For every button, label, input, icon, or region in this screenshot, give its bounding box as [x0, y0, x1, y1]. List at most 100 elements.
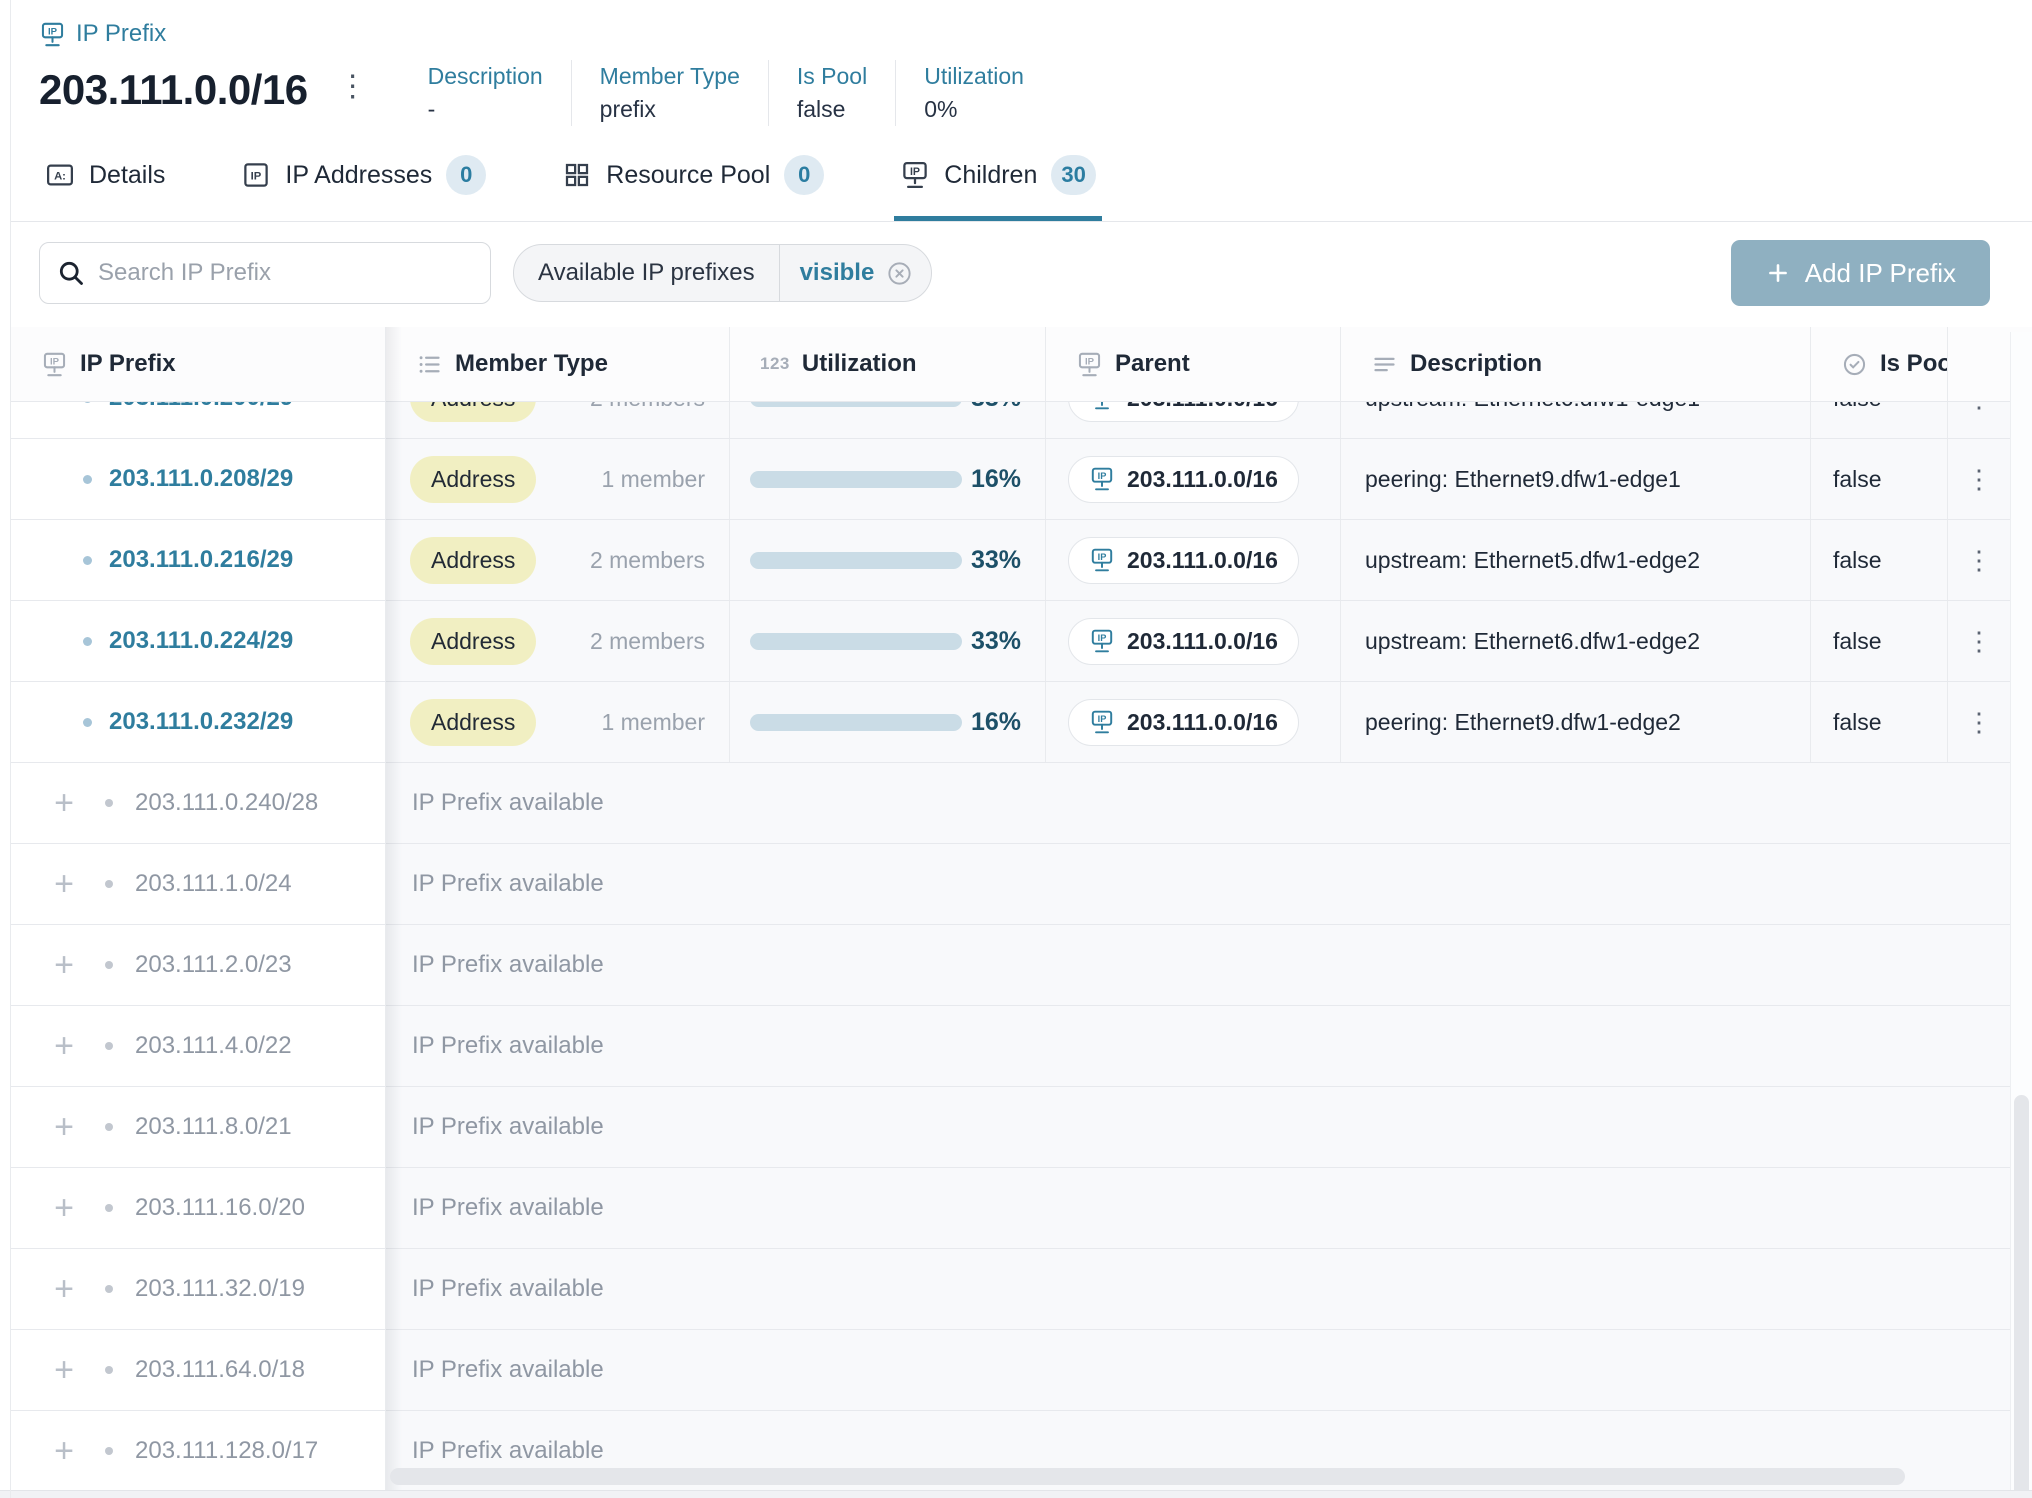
status-dot	[105, 1447, 113, 1455]
utilization-bar	[750, 714, 962, 731]
tab-badge: 0	[446, 155, 486, 195]
page-left-border	[10, 0, 11, 1498]
row-kebab-menu-icon[interactable]: ⋮	[1966, 547, 1992, 573]
prefix-link[interactable]: 203.111.0.232/29	[109, 708, 293, 736]
member-count: 1 member	[601, 709, 705, 736]
status-dot	[105, 1285, 113, 1293]
123-icon: 123	[760, 354, 790, 374]
add-ip-prefix-button[interactable]: Add IP Prefix	[1731, 240, 1990, 306]
member-count: 2 members	[590, 402, 705, 412]
description-cell: upstream: Ethernet6.dfw1-edge1	[1341, 402, 1811, 438]
is-pool-cell: false	[1811, 520, 1948, 600]
status-dot	[105, 799, 113, 807]
table-row[interactable]: 203.111.0.200/29 Address2 members 33% 20…	[11, 402, 2032, 439]
grid-icon	[562, 160, 592, 190]
meta-member-type: Member Type prefix	[571, 60, 768, 126]
meta-description: Description -	[416, 60, 571, 126]
add-prefix-plus-icon[interactable]: +	[49, 1355, 79, 1385]
table-row[interactable]: 203.111.0.232/29 Address 1 member 16% 203…	[11, 682, 2032, 763]
ip-prefix-icon	[1089, 547, 1115, 573]
parent-link[interactable]: 203.111.0.0/16	[1068, 456, 1299, 503]
row-kebab-menu-icon[interactable]: ⋮	[1966, 628, 1992, 654]
is-pool-cell: false	[1811, 402, 1948, 438]
member-type-badge: Address	[410, 402, 536, 422]
available-label: IP Prefix available	[386, 1168, 2010, 1248]
vertical-scrollbar[interactable]	[2010, 332, 2032, 1498]
is-pool-cell: false	[1811, 439, 1948, 519]
member-type-badge: Address	[410, 699, 536, 746]
add-prefix-plus-icon[interactable]: +	[49, 869, 79, 899]
tab-resource-pool[interactable]: Resource Pool 0	[556, 134, 830, 221]
table-row-available[interactable]: +203.111.8.0/21 IP Prefix available	[11, 1087, 2032, 1168]
status-dot	[83, 475, 92, 484]
available-prefix: 203.111.8.0/21	[135, 1113, 292, 1141]
column-header-description: Description	[1341, 327, 1811, 401]
details-card-icon	[45, 160, 75, 190]
table-row-available[interactable]: +203.111.1.0/24 IP Prefix available	[11, 844, 2032, 925]
column-header-utilization: 123 Utilization	[730, 327, 1046, 401]
circle-x-icon[interactable]	[886, 260, 913, 287]
title-kebab-menu-icon[interactable]: ⋮	[338, 72, 368, 102]
bottom-edge-strip	[0, 1490, 2032, 1498]
add-prefix-plus-icon[interactable]: +	[49, 950, 79, 980]
table-row[interactable]: 203.111.0.224/29 Address2 members 33% 20…	[11, 601, 2032, 682]
column-header-ip-prefix: IP Prefix	[11, 327, 386, 401]
add-prefix-plus-icon[interactable]: +	[49, 788, 79, 818]
utilization-value: 33%	[971, 627, 1021, 656]
breadcrumb[interactable]: IP Prefix	[39, 20, 2032, 48]
parent-link[interactable]: 203.111.0.0/16	[1068, 618, 1299, 665]
ip-prefix-icon	[41, 351, 68, 378]
is-pool-cell: false	[1811, 601, 1948, 681]
ip-prefix-icon	[1089, 402, 1115, 411]
filter-chip[interactable]: Available IP prefixes visible	[513, 244, 932, 302]
search-input[interactable]	[39, 242, 491, 304]
utilization-bar	[750, 633, 962, 650]
horizontal-scrollbar-thumb[interactable]	[390, 1468, 1905, 1485]
vertical-scrollbar-thumb[interactable]	[2014, 1095, 2029, 1498]
list-icon	[416, 351, 443, 378]
parent-link[interactable]: 203.111.0.0/16	[1068, 699, 1299, 746]
row-kebab-menu-icon[interactable]: ⋮	[1966, 709, 1992, 735]
table-row-available[interactable]: +203.111.64.0/18 IP Prefix available	[11, 1330, 2032, 1411]
table-row-available[interactable]: +203.111.0.240/28 IP Prefix available	[11, 763, 2032, 844]
prefix-link[interactable]: 203.111.0.208/29	[109, 465, 293, 493]
tab-details[interactable]: Details	[39, 134, 171, 221]
search-icon	[57, 259, 85, 287]
ip-prefix-icon	[1076, 351, 1103, 378]
toolbar: Available IP prefixes visible Add IP Pre…	[39, 240, 1990, 306]
table-row-available[interactable]: +203.111.4.0/22 IP Prefix available	[11, 1006, 2032, 1087]
row-kebab-menu-icon[interactable]: ⋮	[1966, 402, 1992, 411]
member-type-badge: Address	[410, 618, 536, 665]
status-dot	[105, 880, 113, 888]
utilization-value: 16%	[971, 708, 1021, 737]
tab-ip-addresses[interactable]: IP Addresses 0	[235, 134, 492, 221]
status-dot	[105, 1042, 113, 1050]
status-dot	[105, 1366, 113, 1374]
add-prefix-plus-icon[interactable]: +	[49, 1193, 79, 1223]
add-prefix-plus-icon[interactable]: +	[49, 1031, 79, 1061]
prefix-link[interactable]: 203.111.0.224/29	[109, 627, 293, 655]
meta-utilization: Utilization 0%	[895, 60, 1052, 126]
add-prefix-plus-icon[interactable]: +	[49, 1274, 79, 1304]
parent-link[interactable]: 203.111.0.0/16	[1068, 537, 1299, 584]
status-dot	[105, 1204, 113, 1212]
table-row[interactable]: 203.111.0.208/29 Address1 member 16% 203…	[11, 439, 2032, 520]
parent-link[interactable]: 203.111.0.0/16	[1068, 402, 1299, 422]
table-row-available[interactable]: +203.111.16.0/20 IP Prefix available	[11, 1168, 2032, 1249]
prefix-link[interactable]: 203.111.0.200/29	[109, 402, 293, 412]
children-table: IP Prefix Member Type 123 Utilization Pa…	[11, 327, 2032, 1492]
prefix-link[interactable]: 203.111.0.216/29	[109, 546, 293, 574]
tab-children[interactable]: Children 30	[894, 134, 1102, 221]
description-cell: peering: Ethernet9.dfw1-edge1	[1341, 439, 1811, 519]
add-prefix-plus-icon[interactable]: +	[49, 1436, 79, 1466]
description-cell: upstream: Ethernet6.dfw1-edge2	[1341, 601, 1811, 681]
add-prefix-plus-icon[interactable]: +	[49, 1112, 79, 1142]
ip-prefix-icon	[39, 21, 66, 48]
row-kebab-menu-icon[interactable]: ⋮	[1966, 466, 1992, 492]
table-row[interactable]: 203.111.0.216/29 Address2 members 33% 20…	[11, 520, 2032, 601]
table-row-available[interactable]: +203.111.32.0/19 IP Prefix available	[11, 1249, 2032, 1330]
member-type-badge: Address	[410, 537, 536, 584]
table-row-available[interactable]: +203.111.2.0/23 IP Prefix available	[11, 925, 2032, 1006]
description-cell: upstream: Ethernet5.dfw1-edge2	[1341, 520, 1811, 600]
member-count: 2 members	[590, 547, 705, 574]
